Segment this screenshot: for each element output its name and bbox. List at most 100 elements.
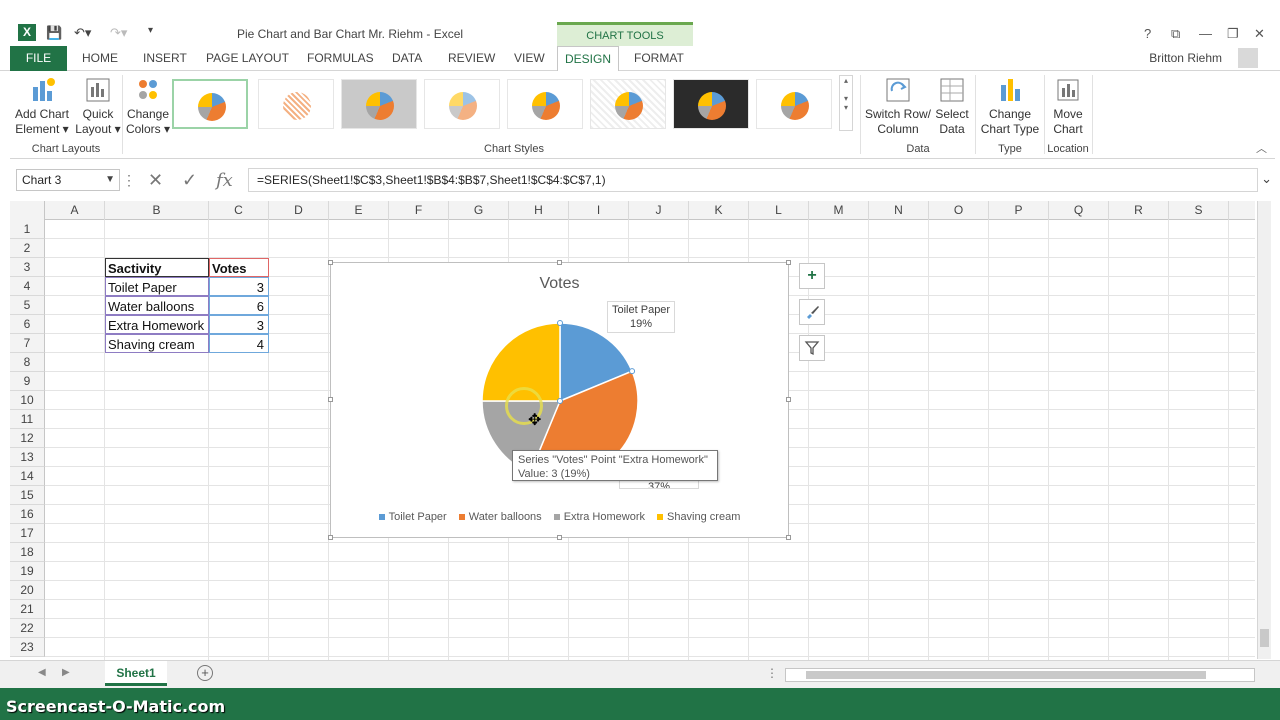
table-cell-activity[interactable]: Shaving cream	[105, 334, 209, 353]
row-header-14[interactable]: 14	[10, 467, 45, 486]
chart-elements-button[interactable]: +	[799, 263, 825, 289]
tab-view[interactable]: VIEW	[514, 46, 545, 71]
tab-page-layout[interactable]: PAGE LAYOUT	[206, 46, 289, 71]
column-header-c[interactable]: C	[209, 201, 269, 220]
table-cell-activity[interactable]: Toilet Paper	[105, 277, 209, 296]
row-header-7[interactable]: 7	[10, 334, 45, 353]
switch-row-column-button[interactable]: Switch Row/ Column	[864, 75, 932, 137]
legend-item-shaving-cream[interactable]: Shaving cream	[656, 511, 740, 523]
splitter-icon[interactable]: ⋮	[766, 666, 778, 680]
column-header-r[interactable]: R	[1109, 201, 1169, 220]
legend-item-extra-homework[interactable]: Extra Homework	[553, 511, 645, 523]
column-header-p[interactable]: P	[989, 201, 1049, 220]
gallery-scroll[interactable]: ▴ ▾ ▾	[839, 75, 853, 131]
table-cell-activity[interactable]: Water balloons	[105, 296, 209, 315]
table-cell-votes[interactable]: 3	[209, 277, 269, 296]
tab-review[interactable]: REVIEW	[448, 46, 495, 71]
table-cell-activity[interactable]: Extra Homework	[105, 315, 209, 334]
scroll-thumb[interactable]	[1260, 629, 1269, 647]
chart-legend[interactable]: Toilet Paper Water balloons Extra Homework…	[331, 511, 788, 523]
row-header-3[interactable]: 3	[10, 258, 45, 277]
table-cell-votes[interactable]: 4	[209, 334, 269, 353]
column-header-q[interactable]: Q	[1049, 201, 1109, 220]
table-header-votes[interactable]: Votes	[209, 258, 269, 277]
column-header-l[interactable]: L	[749, 201, 809, 220]
column-header-o[interactable]: O	[929, 201, 989, 220]
chart-style-7[interactable]	[673, 79, 749, 129]
row-header-15[interactable]: 15	[10, 486, 45, 505]
row-header-6[interactable]: 6	[10, 315, 45, 334]
column-header-g[interactable]: G	[449, 201, 509, 220]
expand-formula-bar-icon[interactable]: ⌄	[1261, 171, 1272, 187]
chart-style-8[interactable]	[756, 79, 832, 129]
next-sheet-icon[interactable]: ▶	[62, 667, 70, 678]
row-header-1[interactable]: 1	[10, 220, 45, 239]
tab-formulas[interactable]: FORMULAS	[307, 46, 374, 71]
row-header-23[interactable]: 23	[10, 638, 45, 657]
tab-format[interactable]: FORMAT	[634, 46, 684, 71]
selection-handle[interactable]	[557, 398, 563, 404]
row-header-17[interactable]: 17	[10, 524, 45, 543]
tab-file[interactable]: FILE	[10, 46, 67, 71]
add-chart-element-button[interactable]: Add Chart Element ▾	[14, 75, 70, 137]
avatar[interactable]	[1238, 48, 1258, 68]
table-cell-votes[interactable]: 3	[209, 315, 269, 334]
tab-insert[interactable]: INSERT	[143, 46, 187, 71]
insert-function-icon[interactable]: fx	[216, 170, 233, 191]
row-header-19[interactable]: 19	[10, 562, 45, 581]
column-header-d[interactable]: D	[269, 201, 329, 220]
tab-design[interactable]: DESIGN	[557, 46, 619, 72]
legend-item-water-balloons[interactable]: Water balloons	[458, 511, 542, 523]
row-header-9[interactable]: 9	[10, 372, 45, 391]
enter-icon[interactable]: ✓	[182, 170, 197, 191]
row-header-16[interactable]: 16	[10, 505, 45, 524]
data-label-toilet-paper[interactable]: Toilet Paper 19%	[607, 301, 676, 333]
chart-style-1[interactable]	[172, 79, 248, 129]
select-data-button[interactable]: Select Data	[932, 75, 972, 137]
vertical-scrollbar[interactable]	[1257, 201, 1271, 659]
row-header-10[interactable]: 10	[10, 391, 45, 410]
table-cell-votes[interactable]: 6	[209, 296, 269, 315]
quick-layout-button[interactable]: Quick Layout ▾	[74, 75, 122, 137]
change-colors-button[interactable]: Change Colors ▾	[124, 75, 172, 137]
chart-style-5[interactable]	[507, 79, 583, 129]
row-header-22[interactable]: 22	[10, 619, 45, 638]
user-name[interactable]: Britton Riehm	[1149, 51, 1222, 65]
column-header-i[interactable]: I	[569, 201, 629, 220]
column-header-k[interactable]: K	[689, 201, 749, 220]
prev-sheet-icon[interactable]: ◀	[38, 667, 46, 678]
column-header-m[interactable]: M	[809, 201, 869, 220]
move-chart-button[interactable]: Move Chart	[1046, 75, 1090, 137]
selection-handle[interactable]	[557, 320, 563, 326]
pie-chart[interactable]: Votes Toilet Paper 19% 37% Toilet Paper W…	[328, 260, 791, 540]
chart-filters-button[interactable]	[799, 335, 825, 361]
selection-handle[interactable]	[629, 368, 636, 375]
row-header-2[interactable]: 2	[10, 239, 45, 258]
chart-style-2[interactable]	[258, 79, 334, 129]
chart-styles-button[interactable]	[799, 299, 825, 325]
row-header-5[interactable]: 5	[10, 296, 45, 315]
column-header-j[interactable]: J	[629, 201, 689, 220]
close-button[interactable]: ✕	[1254, 26, 1265, 42]
cancel-icon[interactable]: ✕	[148, 170, 163, 191]
minimize-button[interactable]: —	[1199, 26, 1212, 41]
row-header-21[interactable]: 21	[10, 600, 45, 619]
tab-data[interactable]: DATA	[392, 46, 422, 71]
collapse-ribbon-icon[interactable]: ︿	[1256, 140, 1267, 156]
row-header-13[interactable]: 13	[10, 448, 45, 467]
ribbon-display-options-icon[interactable]: ⧉	[1171, 26, 1180, 42]
select-all-corner[interactable]	[10, 201, 45, 220]
pie-plot-area[interactable]	[331, 263, 790, 539]
name-box[interactable]: Chart 3 ▼	[16, 169, 120, 191]
sheet-tab-sheet1[interactable]: Sheet1	[105, 661, 167, 686]
chart-style-3[interactable]	[341, 79, 417, 129]
column-header-h[interactable]: H	[509, 201, 569, 220]
column-header-e[interactable]: E	[329, 201, 389, 220]
chart-style-6[interactable]	[590, 79, 666, 129]
add-sheet-icon[interactable]: +	[197, 665, 213, 681]
chart-style-4[interactable]	[424, 79, 500, 129]
change-chart-type-button[interactable]: Change Chart Type	[978, 75, 1042, 137]
row-header-4[interactable]: 4	[10, 277, 45, 296]
chevron-down-icon[interactable]: ▼	[105, 170, 115, 190]
row-header-11[interactable]: 11	[10, 410, 45, 429]
